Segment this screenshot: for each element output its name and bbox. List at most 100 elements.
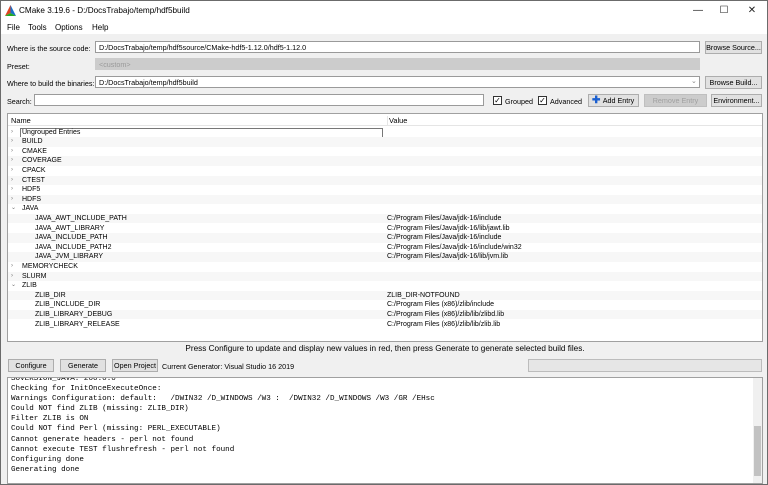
row-name: JAVA_AWT_LIBRARY: [35, 224, 105, 232]
build-label: Where to build the binaries:: [7, 79, 95, 88]
table-row[interactable]: › Ungrouped Entries: [8, 128, 762, 138]
expand-arrow-icon[interactable]: ›: [11, 166, 13, 176]
row-value[interactable]: C:/Program Files (x86)/zlib/include: [387, 300, 494, 310]
expand-arrow-icon[interactable]: ›: [11, 195, 13, 205]
table-row[interactable]: › MEMORYCHECK: [8, 262, 762, 272]
output-line: Cannot generate headers - perl not found: [11, 435, 194, 444]
row-value[interactable]: C:/Program Files (x86)/zlib/lib/zlibd.li…: [387, 310, 504, 320]
output-line: Configuring done: [11, 455, 84, 464]
search-input[interactable]: [34, 94, 484, 106]
row-name: ZLIB: [22, 282, 37, 290]
source-input[interactable]: D:/DocsTrabajo/temp/hdf5source/CMake-hdf…: [95, 41, 700, 53]
row-value[interactable]: ZLIB_DIR-NOTFOUND: [387, 291, 460, 301]
expand-arrow-icon[interactable]: ›: [11, 176, 13, 186]
table-row[interactable]: ⌄ JAVA: [8, 204, 762, 214]
column-header-name[interactable]: Name: [11, 116, 31, 125]
row-name: COVERAGE: [22, 157, 62, 165]
table-row[interactable]: › COVERAGE: [8, 156, 762, 166]
table-row[interactable]: ⌄ ZLIB: [8, 281, 762, 291]
add-entry-button[interactable]: ✚ Add Entry: [588, 94, 639, 107]
row-name: HDFS: [22, 195, 42, 203]
menu-options[interactable]: Options: [55, 23, 83, 32]
output-line: Cannot execute TEST flushrefresh - perl …: [11, 445, 235, 454]
menu-file[interactable]: File: [7, 23, 20, 32]
title-bar: CMake 3.19.6 - D:/DocsTrabajo/temp/hdf5b…: [1, 1, 767, 21]
chevron-down-icon[interactable]: ⌄: [691, 77, 697, 85]
open-project-button[interactable]: Open Project: [112, 359, 158, 372]
table-row[interactable]: › HDF5: [8, 185, 762, 195]
row-value[interactable]: C:/Program Files/Java/jdk-16/lib/jawt.li…: [387, 224, 510, 234]
row-name: CPACK: [22, 166, 46, 174]
expand-arrow-icon[interactable]: ›: [11, 156, 13, 166]
row-value[interactable]: C:/Program Files/Java/jdk-16/include: [387, 214, 501, 224]
table-row[interactable]: › BUILD: [8, 137, 762, 147]
table-row[interactable]: › CPACK: [8, 166, 762, 176]
plus-icon: ✚: [592, 95, 601, 106]
configure-button[interactable]: Configure: [8, 359, 54, 372]
menu-help[interactable]: Help: [92, 23, 108, 32]
table-row[interactable]: ZLIB_LIBRARY_DEBUG C:/Program Files (x86)…: [8, 309, 762, 320]
build-input[interactable]: D:/DocsTrabajo/temp/hdf5build: [95, 76, 700, 88]
column-header-value[interactable]: Value: [387, 116, 407, 125]
table-row[interactable]: › SLURM: [8, 271, 762, 282]
expand-arrow-icon[interactable]: ›: [11, 262, 13, 272]
row-name: HDF5: [22, 186, 41, 194]
output-line: Could NOT find Perl (missing: PERL_EXECU…: [11, 425, 221, 434]
collapse-arrow-icon[interactable]: ⌄: [11, 204, 16, 214]
output-line: Checking for InitOnceExecuteOnce:: [11, 385, 162, 394]
row-name: JAVA_AWT_INCLUDE_PATH: [35, 214, 127, 222]
grouped-checkbox[interactable]: ✓: [493, 96, 502, 105]
row-name: CTEST: [22, 176, 45, 184]
search-label: Search:: [7, 97, 32, 106]
cache-table[interactable]: Name Value › Ungrouped Entries › BUILD › CMAK…: [7, 113, 763, 342]
expand-arrow-icon[interactable]: ›: [11, 137, 13, 147]
maximize-button[interactable]: ☐: [717, 4, 731, 18]
table-row[interactable]: › CMAKE: [8, 147, 762, 157]
row-name: ZLIB_DIR: [35, 291, 66, 299]
table-row[interactable]: ZLIB_LIBRARY_RELEASE C:/Program Files (x8…: [8, 320, 762, 330]
output-line: Filter ZLIB is ON: [11, 415, 89, 424]
row-value[interactable]: C:/Program Files (x86)/zlib/lib/zlib.lib: [387, 320, 500, 330]
table-row[interactable]: JAVA_INCLUDE_PATH2 C:/Program Files/Java/…: [8, 243, 762, 253]
collapse-arrow-icon[interactable]: ⌄: [11, 281, 16, 291]
output-log[interactable]: SOVERSION_JAVA: 200.0.0 Checking for Init…: [7, 377, 763, 484]
advanced-label: Advanced: [550, 97, 582, 106]
environment-button[interactable]: Environment...: [711, 94, 762, 107]
table-row[interactable]: JAVA_AWT_LIBRARY C:/Program Files/Java/jd…: [8, 224, 762, 234]
grouped-label: Grouped: [505, 97, 533, 106]
row-name: ZLIB_INCLUDE_DIR: [35, 301, 101, 309]
row-name: ZLIB_LIBRARY_RELEASE: [35, 320, 120, 328]
expand-arrow-icon[interactable]: ›: [11, 128, 13, 138]
close-button[interactable]: ✕: [745, 4, 759, 18]
table-row[interactable]: ZLIB_DIR ZLIB_DIR-NOTFOUND: [8, 290, 762, 301]
preset-select[interactable]: <custom>: [95, 58, 700, 70]
table-row[interactable]: JAVA_AWT_INCLUDE_PATH C:/Program Files/Ja…: [8, 213, 762, 224]
generate-button[interactable]: Generate: [60, 359, 106, 372]
browse-build-button[interactable]: Browse Build...: [705, 76, 762, 89]
row-value[interactable]: C:/Program Files/Java/jdk-16/include/win…: [387, 243, 522, 253]
current-generator: Current Generator: Visual Studio 16 2019: [162, 362, 295, 371]
output-line: Generating done: [11, 465, 80, 474]
hint-text: Press Configure to update and display ne…: [185, 344, 585, 353]
expand-arrow-icon[interactable]: ›: [11, 185, 13, 195]
scrollbar-thumb[interactable]: [754, 426, 761, 476]
advanced-checkbox[interactable]: ✓: [538, 96, 547, 105]
row-name: JAVA: [22, 205, 39, 213]
output-line: Could NOT find ZLIB (missing: ZLIB_DIR): [11, 405, 189, 414]
table-row[interactable]: › CTEST: [8, 175, 762, 186]
row-name: JAVA_INCLUDE_PATH: [35, 234, 108, 242]
row-value[interactable]: C:/Program Files/Java/jdk-16/lib/jvm.lib: [387, 252, 508, 262]
table-row[interactable]: ZLIB_INCLUDE_DIR C:/Program Files (x86)/z…: [8, 300, 762, 310]
browse-source-button[interactable]: Browse Source...: [705, 41, 762, 54]
table-row[interactable]: › HDFS: [8, 194, 762, 205]
expand-arrow-icon[interactable]: ›: [11, 272, 13, 282]
table-row[interactable]: JAVA_INCLUDE_PATH C:/Program Files/Java/j…: [8, 233, 762, 243]
minimize-button[interactable]: —: [691, 4, 705, 18]
table-row[interactable]: JAVA_JVM_LIBRARY C:/Program Files/Java/jd…: [8, 252, 762, 262]
menu-tools[interactable]: Tools: [28, 23, 47, 32]
expand-arrow-icon[interactable]: ›: [11, 147, 13, 157]
output-scrollbar[interactable]: [753, 378, 762, 483]
row-name: CMAKE: [22, 147, 47, 155]
row-value[interactable]: C:/Program Files/Java/jdk-16/include: [387, 233, 501, 243]
preset-label: Preset:: [7, 62, 30, 71]
